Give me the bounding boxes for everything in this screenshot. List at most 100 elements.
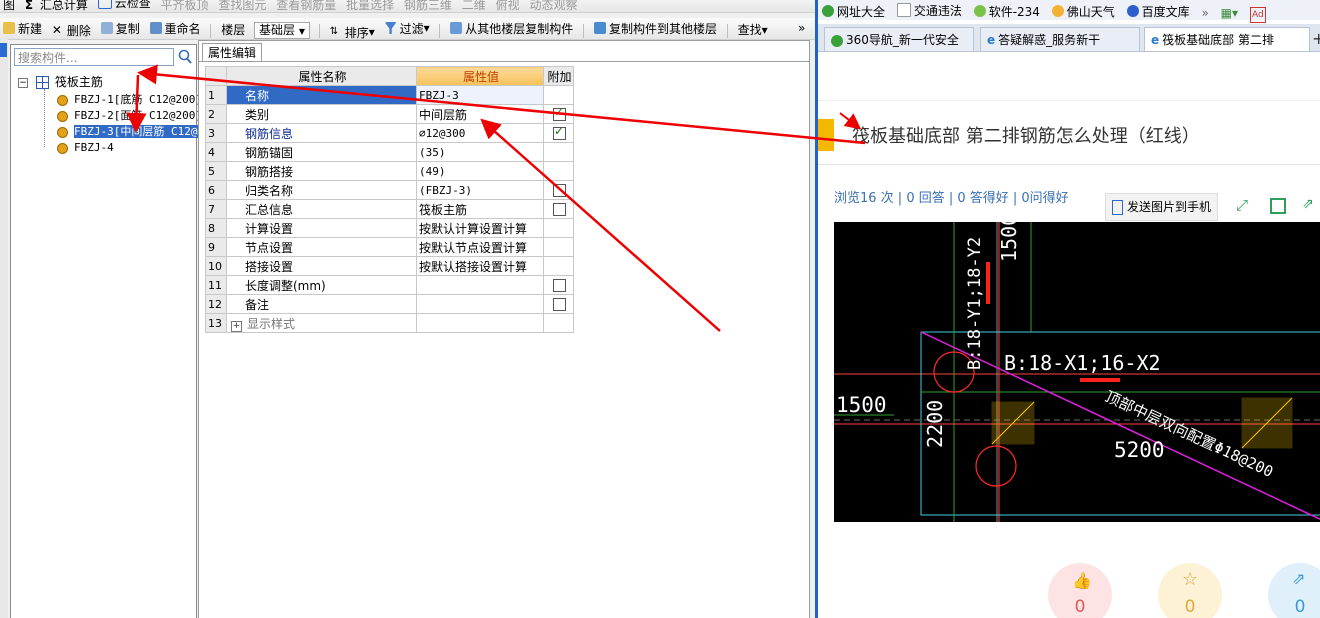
expand-icon[interactable]: + [231, 320, 242, 332]
summary-calc-button[interactable]: Σ 汇总计算 [22, 0, 91, 14]
copy-button[interactable]: 复制 [98, 18, 143, 38]
prop-value-input[interactable]: (49) [416, 161, 544, 181]
dimension-label: 5200 [1114, 438, 1165, 462]
extra-cell [543, 294, 574, 314]
apps-grid-icon[interactable]: ▦▾ [1217, 3, 1242, 23]
new-tab-button[interactable]: + [1312, 29, 1320, 48]
star-icon: ☆ [1182, 569, 1199, 590]
collapse-icon[interactable]: − [18, 77, 28, 88]
prop-value-input[interactable]: 按默认搭接设置计算 [416, 256, 544, 276]
adblock-icon[interactable]: Ad [1246, 5, 1270, 25]
prop-name: 钢筋信息 [226, 123, 417, 143]
sort-button[interactable]: ⇅ 排序 ▾ [327, 22, 378, 42]
col-header-value[interactable]: 属性值 [416, 66, 544, 86]
prop-value-input[interactable]: 按默认计算设置计算 [416, 218, 544, 238]
prop-name-expandable[interactable]: + 显示样式 [226, 313, 417, 333]
tree-root[interactable]: − 筏板主筋 [18, 75, 103, 90]
table-row[interactable]: 9 节点设置 按默认节点设置计算 [205, 237, 574, 257]
prop-value-input[interactable] [416, 313, 544, 333]
table-row[interactable]: 7 汇总信息 筏板主筋 [205, 199, 574, 219]
rebar-3d-button[interactable]: 钢筋三维 [401, 0, 455, 15]
prop-value-input[interactable]: 筏板主筋 [416, 199, 544, 219]
sigma-icon: Σ [24, 0, 34, 12]
table-row[interactable]: 8 计算设置 按默认计算设置计算 [205, 218, 574, 238]
favorite-button[interactable]: ☆ 0 [1158, 563, 1222, 618]
search-icon[interactable] [177, 48, 194, 66]
batch-select-button[interactable]: 批量选择 [343, 0, 397, 15]
share-icon[interactable]: ⇗ [1302, 196, 1320, 216]
extra-checkbox[interactable] [553, 184, 566, 197]
extra-checkbox[interactable] [553, 298, 566, 311]
table-row[interactable]: 10 搭接设置 按默认搭接设置计算 [205, 256, 574, 276]
question-image[interactable]: 1500 B:18-Y1;18-Y2 B:18-X1;16-X2 1500 22… [834, 214, 1320, 522]
extra-checkbox[interactable] [553, 106, 566, 121]
table-row[interactable]: 13 + 显示样式 [205, 313, 574, 333]
table-row[interactable]: 5 钢筋搭接 (49) [205, 161, 574, 181]
bookmark-item[interactable]: 佛山天气 [1048, 1, 1119, 21]
copy-from-other-floor-button[interactable]: 从其他楼层复制构件 [447, 18, 576, 38]
extra-cell [543, 256, 574, 276]
prop-name: 显示样式 [247, 316, 296, 331]
prop-value-input[interactable]: ⌀12@300 [416, 123, 544, 143]
col-header-extra[interactable]: 附加 [543, 66, 574, 86]
table-row[interactable]: 2 类别 中间层筋 [205, 104, 574, 124]
prop-value-input[interactable]: FBZJ-3 [416, 85, 544, 105]
col-header-name[interactable]: 属性名称 [226, 66, 417, 86]
copy-to-floor-icon [593, 22, 606, 34]
prop-value-input[interactable]: (35) [416, 142, 544, 162]
table-row[interactable]: 12 备注 [205, 294, 574, 314]
view-rebar-amount-button[interactable]: 查看钢筋量 [273, 0, 339, 15]
browser-tab-active[interactable]: e 筏板基础底部 第二排 [1144, 27, 1310, 51]
bookmark-item[interactable]: 软件-234 [970, 1, 1044, 21]
more-toolbar-button[interactable]: » [795, 18, 808, 38]
bookmark-item[interactable]: 交通违法 [893, 0, 966, 20]
floor-select[interactable]: 基础层 ▼ [254, 22, 311, 39]
find-element-button[interactable]: 查找图元 [215, 0, 269, 15]
browser-tab[interactable]: e 答疑解惑_服务新干 [980, 27, 1140, 51]
tree-item[interactable]: FBZJ-1[底筋 C12@200] [57, 92, 202, 107]
prop-value-input[interactable] [416, 275, 544, 295]
table-row[interactable]: 3 钢筋信息 ⌀12@300 [205, 123, 574, 143]
browser-tab[interactable]: 360导航_新一代安全 [824, 27, 974, 51]
copy-to-other-floor-button[interactable]: 复制构件到其他楼层 [591, 18, 720, 38]
toolbar-item-view[interactable]: 图 [0, 0, 18, 15]
table-row[interactable]: 11 长度调整(mm) [205, 275, 574, 295]
prop-value-input[interactable]: 中间层筋 [416, 104, 544, 124]
prop-value-input[interactable] [416, 294, 544, 314]
like-button[interactable]: 👍 0 [1048, 563, 1112, 618]
filter-button[interactable]: 过滤 ▾ [382, 18, 433, 38]
table-row[interactable]: 4 钢筋锚固 (35) [205, 142, 574, 162]
share-button[interactable]: ⇗ 0 [1268, 563, 1320, 618]
cloud-check-button[interactable]: 云检查 [95, 0, 154, 12]
extra-checkbox[interactable] [553, 279, 566, 292]
find-button[interactable]: 查找 ▾ [735, 20, 771, 40]
view-2d-select[interactable]: 二维 [459, 0, 489, 15]
table-row[interactable]: 1 名称 FBZJ-3 [205, 85, 574, 105]
bookmarks-bar: 网址大全 交通违法 软件-234 佛山天气 百度文库 » ▦▾ Ad [818, 0, 1320, 23]
save-icon[interactable] [1270, 198, 1286, 214]
align-slab-top-button[interactable]: 平齐板顶 [158, 0, 212, 15]
bookmark-item[interactable]: 百度文库 [1123, 1, 1194, 21]
prop-value-input[interactable]: 按默认节点设置计算 [416, 237, 544, 257]
bookmark-item[interactable]: 网址大全 [818, 1, 889, 21]
send-image-to-phone-button[interactable]: 发送图片到手机 [1105, 193, 1219, 221]
tree-item[interactable]: FBZJ-4 [57, 140, 114, 155]
tree-item[interactable]: FBZJ-2[面筋 C12@200] [57, 108, 202, 123]
table-row[interactable]: 6 归类名称 (FBZJ-3) [205, 180, 574, 200]
prop-name: 汇总信息 [226, 199, 417, 219]
search-input[interactable]: 搜索构件... [14, 48, 174, 66]
fullscreen-icon[interactable]: ⤢ [1236, 196, 1256, 216]
rename-button[interactable]: 重命名 [147, 18, 204, 38]
extra-checkbox[interactable] [553, 125, 566, 140]
copy-icon [100, 22, 113, 34]
tab-property-edit[interactable]: 属性编辑 [202, 43, 263, 62]
delete-button[interactable]: ✕ 删除 [49, 20, 94, 40]
more-bookmarks-icon[interactable]: » [1197, 3, 1212, 23]
new-button[interactable]: 新建 [0, 18, 45, 38]
prop-value-input[interactable]: (FBZJ-3) [416, 180, 544, 200]
top-view-button[interactable]: 俯视 [493, 0, 523, 15]
prop-name: 名称 [226, 85, 417, 105]
dynamic-view-button[interactable]: 动态观察 [526, 0, 580, 15]
extra-checkbox[interactable] [553, 203, 566, 216]
weather-icon [1051, 5, 1064, 17]
